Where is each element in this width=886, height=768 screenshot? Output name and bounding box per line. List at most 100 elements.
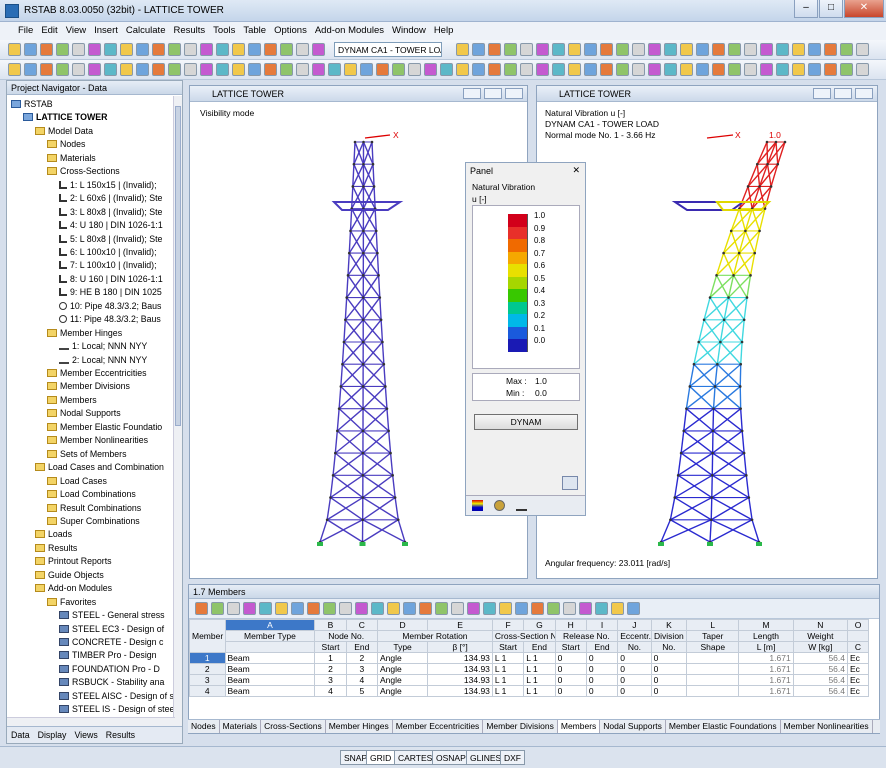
toolbar-icon[interactable] <box>456 43 469 56</box>
table-toolbar-icon[interactable] <box>195 602 208 615</box>
tower-member[interactable] <box>738 208 747 232</box>
table-cell[interactable]: 1 <box>189 652 226 664</box>
node-marker[interactable] <box>708 296 712 299</box>
column-header[interactable]: No. <box>617 641 652 653</box>
toolbar-icon[interactable] <box>296 43 309 56</box>
toolbar-icon[interactable] <box>72 43 85 56</box>
table-cell[interactable]: 0 <box>554 685 587 697</box>
column-header[interactable]: M <box>738 619 794 631</box>
tree-item[interactable]: Materials <box>47 152 96 165</box>
node-marker[interactable] <box>711 451 714 455</box>
column-header[interactable]: Start <box>314 641 347 653</box>
column-header[interactable]: B <box>314 619 347 631</box>
table-cell[interactable]: Angle <box>376 663 429 675</box>
node-marker[interactable] <box>783 140 787 144</box>
tower-member[interactable] <box>758 163 769 187</box>
tower-member[interactable] <box>341 341 345 365</box>
tab-display[interactable]: Display <box>34 727 71 743</box>
tower-member[interactable] <box>712 386 716 409</box>
toolbar-icon[interactable] <box>584 43 597 56</box>
toolbar-icon[interactable] <box>552 63 565 76</box>
tower-member[interactable] <box>777 141 786 165</box>
toolbar-icon[interactable] <box>56 63 69 76</box>
tree-item[interactable]: Model Data <box>35 125 93 138</box>
toolbar-icon[interactable] <box>248 43 261 56</box>
toolbar-icon[interactable] <box>712 63 725 76</box>
tower-member[interactable] <box>380 319 384 343</box>
toolbar-icon[interactable] <box>328 63 341 76</box>
tower-member[interactable] <box>394 497 399 520</box>
node-marker[interactable] <box>361 318 365 322</box>
toolbar-icon[interactable] <box>472 43 485 56</box>
column-header[interactable]: G <box>523 619 556 631</box>
toolbar-icon[interactable] <box>168 43 181 56</box>
node-marker[interactable] <box>361 518 365 522</box>
members-grid[interactable]: Member No.ABCDEFGHIJKLMNOMember TypeNode… <box>189 619 869 697</box>
toolbar-icon[interactable] <box>808 63 821 76</box>
tower-member[interactable] <box>747 163 758 187</box>
node-marker[interactable] <box>713 385 717 388</box>
toolbar-icon[interactable] <box>488 43 501 56</box>
node-marker[interactable] <box>740 429 744 433</box>
toolbar-icon[interactable] <box>296 63 309 76</box>
table-toolbar-icon[interactable] <box>259 602 272 615</box>
column-header[interactable]: H <box>554 619 587 631</box>
tower-member[interactable] <box>375 230 379 254</box>
toolbar-icon[interactable] <box>600 43 613 56</box>
toolbar-icon[interactable] <box>728 63 741 76</box>
right-view-minimize-button[interactable] <box>813 88 831 99</box>
node-marker[interactable] <box>382 362 386 366</box>
tower-member[interactable] <box>722 252 735 276</box>
table-toolbar-icon[interactable] <box>227 602 240 615</box>
table-cell[interactable]: 0 <box>585 663 619 675</box>
node-marker[interactable] <box>334 451 337 455</box>
tower-member[interactable] <box>766 141 777 165</box>
left-view-maximize-button[interactable] <box>484 88 502 99</box>
status-grid[interactable]: GRID <box>366 750 396 765</box>
toolbar-icon[interactable] <box>104 43 117 56</box>
node-marker[interactable] <box>688 385 692 388</box>
tree-item[interactable]: Result Combinations <box>47 502 141 515</box>
color-scale-icon[interactable] <box>472 500 483 511</box>
column-header[interactable]: J <box>617 619 652 631</box>
toolbar-icon[interactable] <box>24 63 37 76</box>
node-marker[interactable] <box>374 229 378 233</box>
tower-member[interactable] <box>343 319 347 343</box>
toolbar-icon[interactable] <box>216 43 229 56</box>
tower-member[interactable] <box>748 497 753 520</box>
toolbar-icon[interactable] <box>568 43 581 56</box>
node-marker[interactable] <box>758 185 761 188</box>
close-button[interactable]: ✕ <box>844 0 884 18</box>
node-marker[interactable] <box>377 274 380 277</box>
table-cell[interactable]: Beam <box>224 663 316 675</box>
table-toolbar-icon[interactable] <box>611 602 624 615</box>
tower-member[interactable] <box>350 186 354 209</box>
tower-member[interactable] <box>374 208 377 231</box>
toolbar-icon[interactable] <box>408 63 421 76</box>
menu-table[interactable]: Table <box>239 22 270 40</box>
column-header[interactable]: N <box>792 619 849 631</box>
toolbar-icon[interactable] <box>552 43 565 56</box>
toolbar-icon[interactable] <box>568 63 581 76</box>
column-header[interactable]: W [kg] <box>792 641 849 653</box>
tab-results[interactable]: Results <box>102 727 139 743</box>
tree-item[interactable]: Load Cases <box>47 475 107 488</box>
tree-item[interactable]: Loads <box>35 528 72 541</box>
tower-member[interactable] <box>698 341 718 365</box>
node-marker[interactable] <box>766 162 769 166</box>
node-marker[interactable] <box>682 429 686 433</box>
column-header[interactable]: End <box>523 641 556 653</box>
column-header[interactable]: End <box>345 641 379 653</box>
left-view-minimize-button[interactable] <box>463 88 481 99</box>
node-marker[interactable] <box>362 229 365 233</box>
toolbar-icon[interactable] <box>264 63 277 76</box>
table-cell[interactable]: 134.93 <box>427 663 493 675</box>
tower-member[interactable] <box>712 408 715 431</box>
table-cell[interactable]: 1.671 <box>738 652 794 664</box>
toolbar-icon[interactable] <box>504 63 517 76</box>
node-marker[interactable] <box>738 385 742 388</box>
toolbar-icon[interactable] <box>40 43 53 56</box>
column-header[interactable]: I <box>585 619 619 631</box>
table-toolbar-icon[interactable] <box>435 602 448 615</box>
node-marker[interactable] <box>344 318 347 322</box>
